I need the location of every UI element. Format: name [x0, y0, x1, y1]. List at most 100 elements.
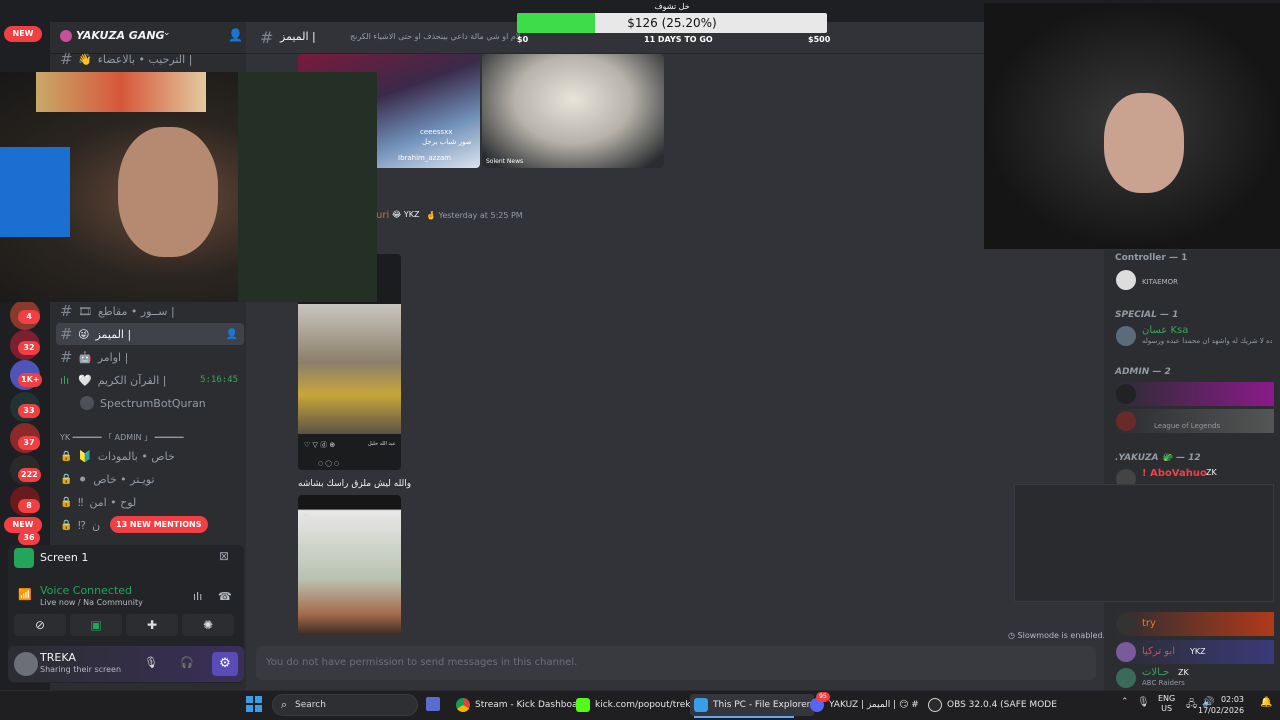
message-text: والله ليش ملزق راسك بشاشه	[298, 479, 412, 489]
slowmode-notice: ◷ Slowmode is enabled.	[1008, 631, 1106, 640]
voice-channel-quran[interactable]: ılı 🤍 القرآن الكريم | 5:16:45	[56, 369, 244, 391]
screen-share-icon[interactable]: ▣	[70, 614, 122, 636]
image-caption: Solent News	[486, 158, 524, 165]
member-name: ! AboVahuo	[1142, 468, 1207, 479]
role-header: ADMIN — 2	[1115, 367, 1171, 377]
headset-icon[interactable]: 🎧	[180, 656, 194, 669]
user-status: Sharing their screen	[40, 665, 122, 674]
server-badge: 37	[18, 436, 40, 450]
member-item[interactable]: حـالات ZK ABC Raiders	[1114, 666, 1274, 690]
new-mentions-pill[interactable]: 13 NEW MENTIONS	[110, 516, 208, 533]
taskbar-item[interactable]: OBS 32.0.4 (SAFE MODE	[924, 694, 1061, 716]
channel-welcome[interactable]: # 👋 الترحيب • بالاعضاء |	[56, 48, 244, 70]
channel-commands[interactable]: # 🤖 اوامر |	[56, 346, 244, 368]
taskbar-item[interactable]: This PC - File Explorer	[690, 694, 815, 716]
voice-connected-icon: 📶	[18, 588, 32, 601]
server-badge: 33	[18, 404, 40, 418]
channel-name: الميمز |	[280, 30, 316, 43]
lock-icon: 🔒	[60, 496, 73, 508]
message-author[interactable]: uri	[376, 210, 389, 221]
channel-emoji: 🤍	[78, 373, 92, 387]
channel-memes[interactable]: # 😜 الميمز | 👤	[56, 323, 244, 345]
message-image[interactable]: ×	[298, 495, 401, 635]
member-item[interactable]: League of Legends	[1114, 409, 1274, 433]
add-member-icon[interactable]: 👤	[226, 329, 238, 340]
channel-emoji: ⁉	[78, 518, 87, 532]
post-username: عبد الله خليل	[368, 441, 396, 447]
locked-channel[interactable]: 🔒 ‼ لوح • امن	[56, 491, 244, 513]
member-item[interactable]	[1114, 382, 1274, 406]
avatar	[1116, 668, 1136, 688]
taskbar-item-label: YAKUZ | الميمز | 😏 #	[829, 700, 919, 710]
file-explorer-pin-icon[interactable]	[426, 697, 440, 711]
notifications-icon[interactable]: 🔔	[1260, 697, 1272, 708]
locked-channel[interactable]: 🔒 🔰 خاص • بالمودات	[56, 445, 244, 467]
member-item[interactable]: KITAEMOR	[1114, 268, 1274, 292]
channel-label: لوح • امن	[89, 495, 137, 509]
windows-start-icon[interactable]	[246, 696, 262, 712]
avatar[interactable]	[14, 652, 38, 676]
member-tag: ZK	[1206, 468, 1217, 477]
category-admin[interactable]: YK ━━━━━━ 「 ADMIN 」 ━━━━━━	[60, 432, 184, 443]
member-item[interactable]: try	[1114, 612, 1274, 636]
microphone-icon[interactable]: 🎙	[1137, 697, 1150, 708]
taskbar-item-label: OBS 32.0.4 (SAFE MODE	[947, 700, 1057, 710]
voice-user[interactable]: SpectrumBotQuran	[76, 392, 244, 414]
channel-label: تويـتر • خاص	[93, 472, 155, 486]
member-activity: League of Legends	[1154, 422, 1221, 430]
camera-off-icon[interactable]: ⊘	[14, 614, 66, 636]
post-counts: ○ ◯ ○	[318, 460, 339, 467]
channel-label: الميمز |	[95, 327, 132, 341]
taskbar-search[interactable]: ⌕ Search	[272, 694, 418, 716]
server-badge: 8	[18, 499, 40, 513]
donation-start: $0	[517, 35, 529, 44]
member-name: try	[1142, 618, 1156, 629]
channel-emoji: 🔰	[78, 449, 92, 463]
gear-icon[interactable]: ⚙	[212, 652, 238, 676]
post-actions: ♡ ▽ ⓓ ⊕	[304, 441, 336, 449]
network-icon[interactable]: 🖧	[1186, 697, 1197, 714]
hash-icon: #	[60, 325, 73, 343]
discord-badge: 95	[816, 692, 830, 702]
tray-chevron-icon[interactable]: ⌃	[1121, 697, 1129, 707]
chrome-icon	[456, 698, 470, 712]
member-activity: اشهد ان لا اله الا الله وحده لا شريك له …	[1142, 337, 1272, 345]
image-caption: صور شباب برجل	[422, 138, 472, 146]
screen-share-card[interactable]: Screen 1 ⊠	[12, 546, 244, 570]
message-image[interactable]: Solent News	[482, 54, 664, 168]
add-member-icon[interactable]: 👤	[228, 28, 243, 42]
input-placeholder: You do not have permission to send messa…	[266, 657, 578, 668]
user-name[interactable]: TREKA	[40, 651, 76, 664]
avatar	[1116, 642, 1136, 662]
channel-topic[interactable]: روم مخصص للميمز ( اشياء بتضحك ) كلام او …	[350, 32, 520, 41]
taskbar-item[interactable]: kick.com/popout/trekaz	[572, 694, 705, 716]
close-icon[interactable]: ⊠	[219, 549, 229, 563]
channel-label: اوامر |	[97, 350, 129, 364]
donation-amount: $126 (25.20%)	[627, 16, 717, 30]
channel-emoji: ‼	[78, 495, 84, 509]
channel-label: القرآن الكريم |	[97, 373, 167, 387]
soundboard-icon[interactable]: ✺	[182, 614, 234, 636]
activities-icon[interactable]: ✚	[126, 614, 178, 636]
clock[interactable]: 02:03 17/02/2026	[1198, 694, 1244, 716]
poster	[36, 72, 206, 112]
microphone-icon[interactable]: 🎙	[144, 656, 158, 669]
hang-up-icon[interactable]: ☎	[218, 590, 232, 603]
avatar	[1116, 614, 1136, 634]
locked-channel[interactable]: 🔒 ⚫ تويـتر • خاص	[56, 468, 244, 490]
language-indicator[interactable]: ENG US	[1158, 694, 1175, 714]
member-item[interactable]: عسان Ksa اشهد ان لا اله الا الله وحده لا…	[1114, 324, 1274, 348]
lang-bottom: US	[1161, 704, 1173, 713]
channel-clips[interactable]: # 🎞 ســور • مقاطع |	[56, 300, 244, 322]
taskbar-item[interactable]: Stream - Kick Dashboar	[452, 694, 585, 716]
role-header: Controller — 1	[1115, 253, 1188, 263]
chevron-down-icon: ⌄	[163, 28, 171, 38]
lock-icon: 🔒	[60, 450, 73, 462]
sound-wave-icon[interactable]: ıIı	[193, 590, 202, 603]
channel-emoji: 👋	[78, 52, 92, 66]
new-unreads-pill[interactable]: NEW	[4, 26, 42, 42]
member-item[interactable]: ابو تركيا YKZ	[1114, 640, 1274, 664]
streamer-face	[118, 127, 218, 257]
server-badge: 222	[18, 468, 41, 482]
voice-status[interactable]: Voice Connected	[40, 584, 132, 597]
